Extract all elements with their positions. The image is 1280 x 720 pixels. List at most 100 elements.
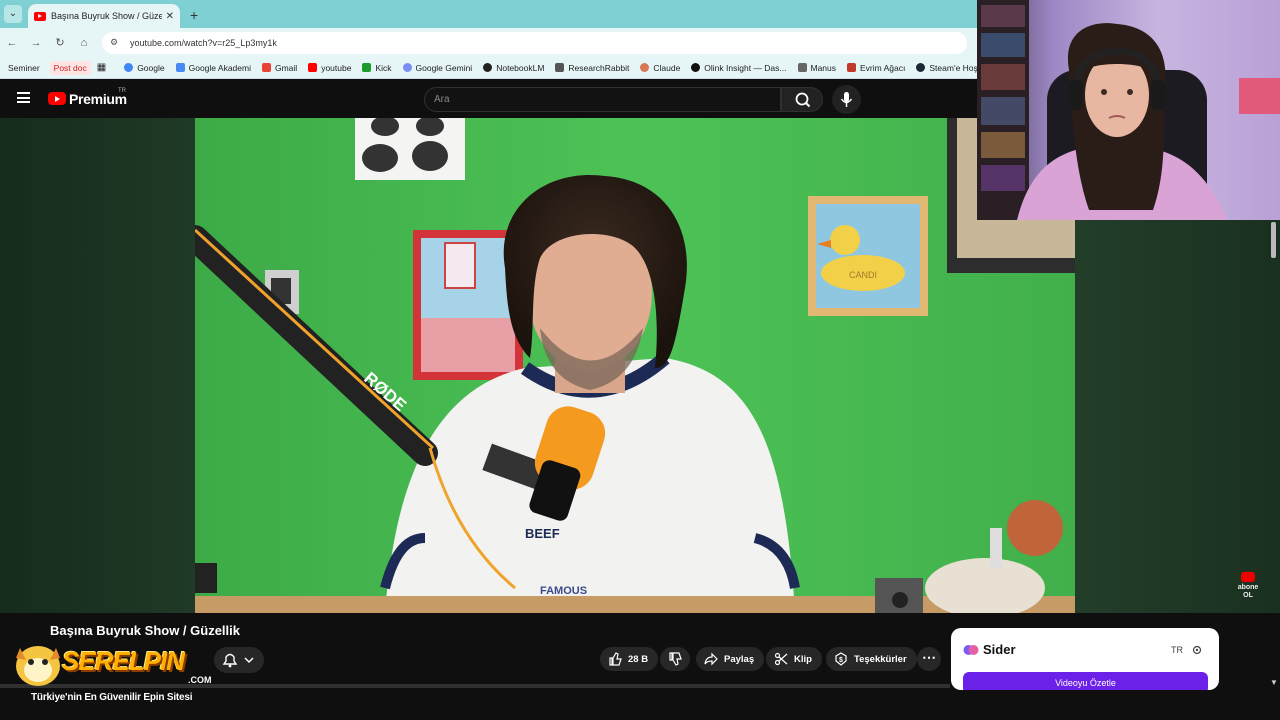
bookmark-label: Claude — [653, 62, 681, 73]
notebooklm-icon — [483, 63, 493, 72]
super-thanks-icon: $ — [835, 652, 847, 666]
webcam-frame — [977, 0, 1280, 220]
bookmark-gemini[interactable]: Google Gemini — [402, 62, 473, 73]
bookmark-notebooklm[interactable]: NotebookLM — [483, 63, 544, 73]
thumbs-up-icon — [609, 652, 622, 666]
bookmark-steam[interactable]: Steam'e Hoş Gel — [916, 63, 977, 73]
share-label: Paylaş — [724, 653, 755, 665]
bookmark-google[interactable]: Google — [124, 62, 165, 73]
bookmark-manus[interactable]: Manus — [797, 63, 836, 73]
search-icon — [795, 92, 811, 108]
subscribe-watermark[interactable]: abone OL — [1232, 572, 1264, 599]
page-scrollbar[interactable] — [1271, 222, 1276, 258]
site-info-icon[interactable]: ⚙ — [110, 37, 124, 48]
tab-title: Başına Buyruk Show / Güzellik — [51, 11, 162, 21]
apps-icon[interactable]: ▦ — [97, 62, 106, 73]
settings-gear-icon[interactable] — [1192, 645, 1202, 655]
watermark-line-1: abone — [1237, 584, 1259, 591]
bookmark-label: Google — [137, 62, 165, 73]
bookmark-olink[interactable]: Olink Insight — Das... — [691, 62, 787, 73]
youtube-favicon-icon — [34, 11, 46, 21]
bookmark-google-akademi[interactable]: Google Akademi — [175, 62, 251, 73]
bookmark-youtube[interactable]: youtube — [308, 63, 351, 73]
menu-icon[interactable] — [17, 92, 30, 103]
scroll-down-arrow-icon[interactable]: ▼ — [1270, 678, 1278, 687]
sider-brain-icon — [963, 645, 979, 655]
google-icon — [124, 63, 134, 72]
bookmark-label: Gmail — [274, 62, 298, 73]
rabbit-icon — [555, 63, 565, 72]
sponsor-logo-text: SERELPIN — [62, 646, 185, 676]
bookmark-researchrabbit[interactable]: ResearchRabbit — [555, 63, 629, 73]
bookmark-label: Kick — [375, 62, 392, 73]
more-actions-button[interactable]: ⋯ — [917, 647, 941, 671]
bookmark-label: Google Gemini — [415, 62, 473, 73]
olink-icon — [691, 63, 701, 72]
clip-button[interactable]: Klip — [766, 647, 822, 671]
url-input[interactable]: ⚙ youtube.com/watch?v=r25_Lp3my1k — [102, 31, 967, 54]
thanks-label: Teşekkürler — [854, 653, 907, 665]
sponsor-tagline: Türkiye'nin En Güvenilir Epin Sitesi — [31, 692, 193, 703]
bookmark-evrim-agaci[interactable]: Evrim Ağacı — [847, 63, 905, 73]
dislike-button[interactable] — [660, 647, 690, 671]
tab-active[interactable]: Başına Buyruk Show / Güzellik ✕ — [28, 4, 180, 28]
bookmark-gmail[interactable]: Gmail — [261, 62, 298, 73]
screen: ⌄ Başına Buyruk Show / Güzellik ✕ + ← → … — [0, 0, 1280, 720]
bookmark-label: youtube — [321, 62, 352, 73]
sponsor-domain: .COM — [188, 675, 212, 685]
bookmark-label: Olink Insight — Das... — [704, 62, 787, 73]
tab-search-icon[interactable]: ⌄ — [4, 5, 22, 23]
search-button[interactable] — [781, 87, 823, 112]
sider-language[interactable]: TR — [1171, 645, 1183, 655]
ambient-right — [1075, 220, 1280, 613]
shirt-text: BEEF — [525, 526, 560, 541]
clip-label: Klip — [794, 653, 812, 665]
manus-icon — [797, 63, 807, 72]
close-tab-icon[interactable]: ✕ — [166, 11, 174, 22]
bell-icon — [222, 653, 238, 668]
share-button[interactable]: Paylaş — [696, 647, 765, 671]
summarize-video-button[interactable]: Videoyu Özetle — [963, 672, 1208, 690]
voice-search-button[interactable] — [832, 85, 861, 114]
address-bar-row: ← → ↻ ⌂ ⚙ youtube.com/watch?v=r25_Lp3my1… — [0, 28, 977, 57]
like-count: 28 B — [628, 653, 649, 665]
bookmark-kick[interactable]: Kick — [362, 62, 392, 73]
kick-icon — [362, 63, 372, 72]
tab-strip: ⌄ Başına Buyruk Show / Güzellik ✕ + — [0, 0, 977, 28]
evrim-icon — [847, 63, 857, 72]
bookmark-label: Google Akademi — [188, 62, 251, 73]
like-button[interactable]: 28 B — [600, 647, 659, 671]
bookmarks-bar: Seminer Post doc ▦ Google Google Akademi… — [0, 57, 977, 79]
forward-icon[interactable]: → — [24, 37, 48, 49]
steam-icon — [916, 63, 926, 72]
svg-text:$: $ — [839, 657, 843, 664]
ambient-left — [0, 118, 195, 613]
video-player[interactable]: CANDI BEEF FAMOUS RØDE — [195, 118, 1075, 613]
back-icon[interactable]: ← — [0, 37, 24, 49]
sider-title: Sider — [983, 642, 1016, 657]
thumbs-down-icon — [669, 652, 682, 666]
reload-icon[interactable]: ↻ — [48, 36, 72, 49]
bookmark-claude[interactable]: Claude — [640, 63, 680, 73]
bookmark-seminer[interactable]: Seminer — [4, 61, 44, 75]
youtube-icon — [308, 63, 318, 72]
duck-sign-text: CANDI — [849, 270, 877, 280]
bookmark-label: NotebookLM — [496, 62, 545, 73]
notification-bell-button[interactable] — [214, 647, 264, 673]
new-tab-icon[interactable]: + — [190, 7, 198, 23]
bookmark-label: Steam'e Hoş Gel — [929, 62, 977, 73]
search-input[interactable]: Ara — [424, 87, 781, 112]
watermark-line-2: OL — [1243, 592, 1253, 599]
youtube-watermark-icon — [1241, 572, 1255, 582]
home-icon[interactable]: ⌂ — [72, 37, 96, 49]
gemini-icon — [402, 63, 412, 72]
thanks-button[interactable]: $ Teşekkürler — [826, 647, 917, 671]
shirt-text-2: FAMOUS — [540, 585, 587, 597]
youtube-logo-icon[interactable] — [48, 92, 66, 105]
streamer-webcam — [977, 0, 1280, 220]
bookmark-postdoc[interactable]: Post doc — [49, 60, 91, 75]
scissors-icon — [774, 652, 788, 666]
country-code: TR — [118, 88, 126, 94]
more-icon: ⋯ — [922, 649, 936, 665]
gmail-icon — [261, 63, 271, 72]
